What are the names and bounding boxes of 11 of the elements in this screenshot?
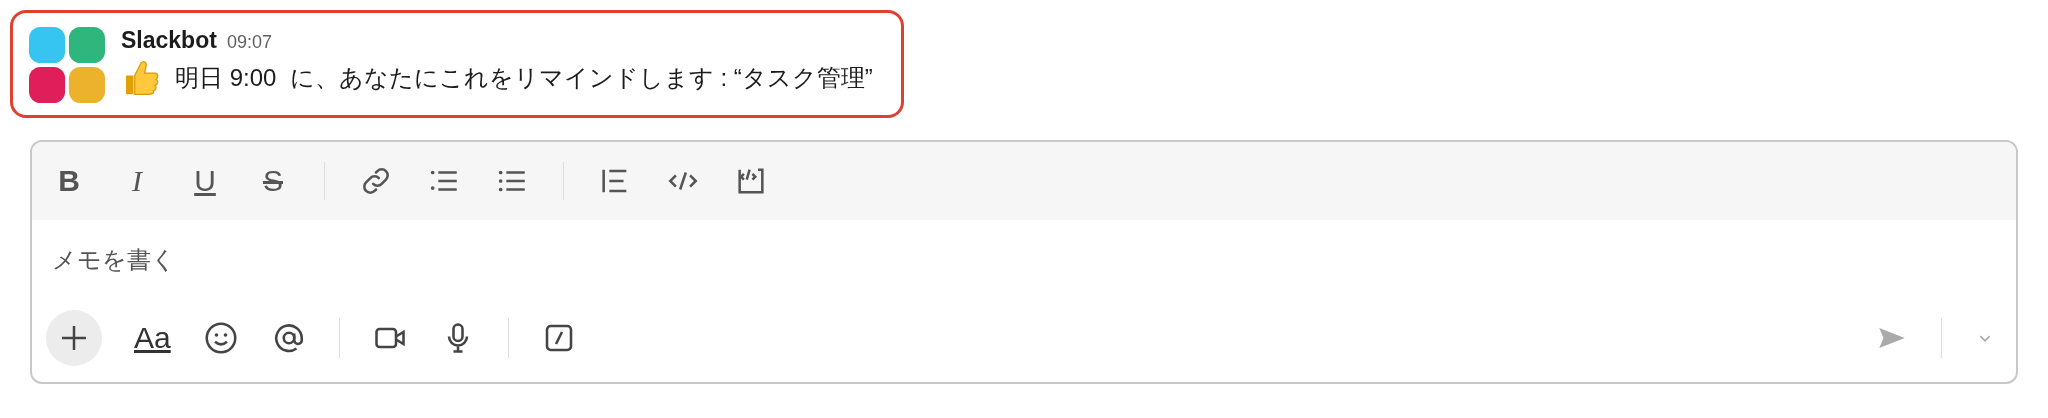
author-name[interactable]: Slackbot	[121, 27, 217, 54]
format-button[interactable]: I	[120, 164, 154, 198]
message-text: 明日 9:00 に、あなたにこれをリマインドします : “タスク管理”	[175, 63, 873, 93]
plus-icon[interactable]	[46, 310, 102, 366]
format-button[interactable]: S	[256, 164, 290, 198]
message-field[interactable]: B I U S メモを書く Aa	[30, 140, 2018, 384]
format-button[interactable]: B	[52, 164, 86, 198]
format-button[interactable]: U	[188, 164, 222, 198]
message-time[interactable]: 09:07	[226, 32, 272, 53]
avatar-icon	[29, 27, 105, 103]
text-format-button[interactable]: Aa	[134, 321, 171, 355]
